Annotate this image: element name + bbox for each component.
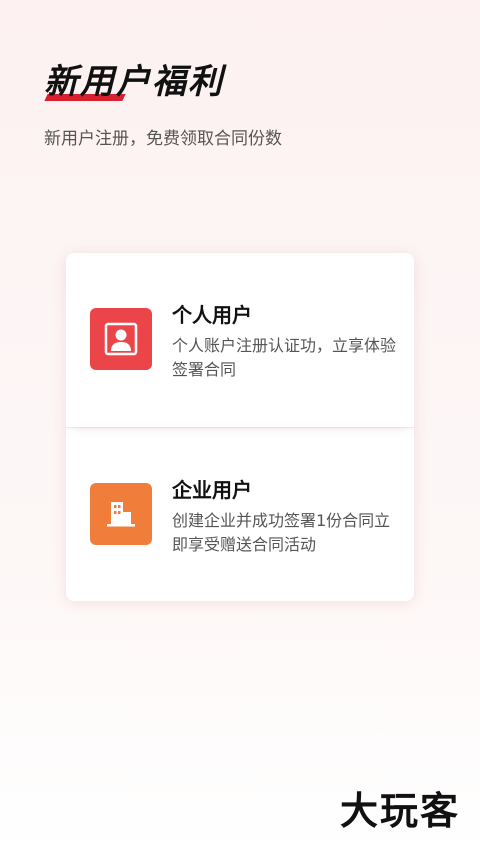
personal-user-title: 个人用户 <box>172 303 252 327</box>
enterprise-user-title: 企业用户 <box>172 478 252 502</box>
page-title: 新用户福利 <box>44 62 224 102</box>
enterprise-user-description: 创建企业并成功签署1份合同立即享受赠送合同活动 <box>172 511 391 554</box>
building-icon <box>90 483 152 545</box>
enterprise-user-card[interactable]: 企业用户 创建企业并成功签署1份合同立即享受赠送合同活动 <box>66 427 414 601</box>
personal-user-card[interactable]: 个人用户 个人账户注册认证功，立享体验签署合同 <box>66 253 414 427</box>
hero-title-block: 新用户福利 <box>44 54 224 103</box>
page-subtitle: 新用户注册，免费领取合同份数 <box>44 129 282 149</box>
person-icon <box>90 308 152 370</box>
user-type-cards: 个人用户 个人账户注册认证功，立享体验签署合同 企业用户 创建企业并成功签署1份… <box>66 253 414 601</box>
watermark-logo: 大玩客 <box>339 788 460 833</box>
personal-user-description: 个人账户注册认证功，立享体验签署合同 <box>172 336 397 379</box>
